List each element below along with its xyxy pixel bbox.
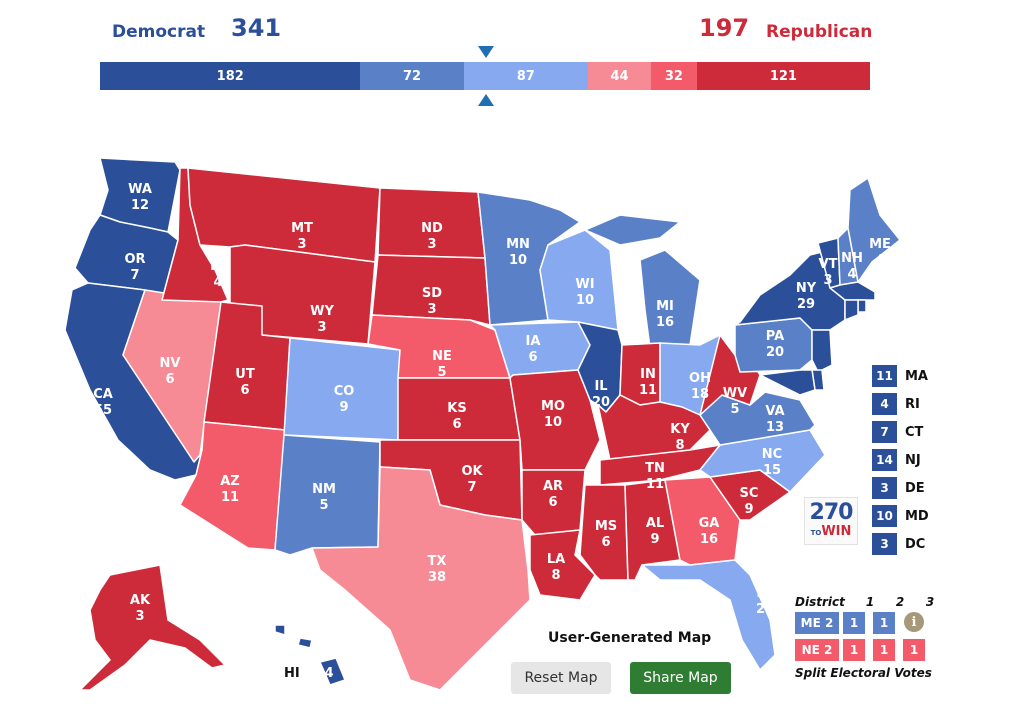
small-state-abbr: NJ [905, 452, 921, 468]
ne2-district-2[interactable]: 1 [873, 639, 895, 661]
share-map-button[interactable]: Share Map [630, 662, 731, 694]
logo-to: TO [810, 529, 822, 537]
state-ar[interactable] [521, 469, 586, 536]
state-wi[interactable] [539, 229, 619, 331]
district-col-3: 3 [925, 595, 935, 609]
small-state-row-ri[interactable]: 4 RI [872, 390, 929, 418]
ne2-label[interactable]: NE 2 [795, 639, 839, 661]
small-state-abbr: MD [905, 508, 929, 524]
small-state-row-dc[interactable]: 3 DC [872, 530, 929, 558]
split-votes-panel: District 1 2 3 ME 2 1 1 i NE 2 1 1 1 Spl… [795, 592, 945, 680]
small-state-row-nj[interactable]: 14 NJ [872, 446, 929, 474]
ne2-district-1[interactable]: 1 [843, 639, 865, 661]
small-state-ev[interactable]: 3 [872, 477, 897, 499]
district-col-1: 1 [865, 595, 875, 609]
me2-district-2[interactable]: 1 [873, 612, 895, 634]
small-state-ev[interactable]: 7 [872, 421, 897, 443]
state-sd[interactable] [371, 254, 491, 326]
info-icon[interactable]: i [904, 612, 924, 632]
small-state-ev[interactable]: 4 [872, 393, 897, 415]
small-state-abbr: DC [905, 536, 926, 552]
small-state-ev[interactable]: 14 [872, 449, 897, 471]
small-state-abbr: RI [905, 396, 920, 412]
ne2-district-3[interactable]: 1 [903, 639, 925, 661]
me2-label[interactable]: ME 2 [795, 612, 839, 634]
reset-map-button[interactable]: Reset Map [511, 662, 611, 694]
small-state-ev[interactable]: 3 [872, 533, 897, 555]
small-state-row-de[interactable]: 3 DE [872, 474, 929, 502]
logo-win: WIN [821, 524, 852, 539]
map-title: User-Generated Map [548, 630, 712, 646]
state-pa[interactable] [734, 317, 813, 373]
small-state-row-ct[interactable]: 7 CT [872, 418, 929, 446]
logo-number: 270 [809, 500, 854, 525]
state-ct[interactable] [844, 299, 859, 321]
state-fl[interactable] [641, 559, 776, 671]
state-co[interactable] [283, 337, 401, 441]
270towin-logo[interactable]: 270 TOWIN [804, 497, 858, 545]
state-md[interactable] [759, 369, 816, 396]
state-hi[interactable] [274, 624, 313, 649]
hi-label: HI [284, 666, 300, 681]
state-hi[interactable] [319, 657, 346, 686]
me2-district-1[interactable]: 1 [843, 612, 865, 634]
small-state-abbr: MA [905, 368, 928, 384]
state-me[interactable] [847, 177, 901, 283]
state-in[interactable] [619, 342, 661, 406]
small-state-ev[interactable]: 11 [872, 365, 897, 387]
small-state-row-md[interactable]: 10 MD [872, 502, 929, 530]
small-state-ev[interactable]: 10 [872, 505, 897, 527]
district-col-2: 2 [895, 595, 905, 609]
state-nj[interactable] [811, 329, 833, 373]
state-mi[interactable] [639, 249, 701, 349]
state-mt[interactable] [187, 167, 381, 263]
small-state-abbr: DE [905, 480, 925, 496]
small-state-abbr: CT [905, 424, 924, 440]
state-ri[interactable] [857, 299, 867, 313]
small-state-row-ma[interactable]: 11 MA [872, 362, 929, 390]
state-ms[interactable] [579, 484, 629, 581]
district-header: District [795, 595, 845, 609]
state-ks[interactable] [397, 377, 521, 441]
state-nd[interactable] [377, 187, 486, 259]
split-votes-footer: Split Electoral Votes [795, 666, 932, 680]
district-row-me2: ME 2 1 1 i [795, 612, 945, 636]
small-states-list: 11 MA 4 RI 7 CT 14 NJ 3 DE 10 MD 3 DC [872, 362, 929, 558]
state-ak[interactable] [79, 564, 226, 691]
district-row-ne2: NE 2 1 1 1 [795, 639, 945, 663]
state-nm[interactable] [274, 434, 381, 556]
